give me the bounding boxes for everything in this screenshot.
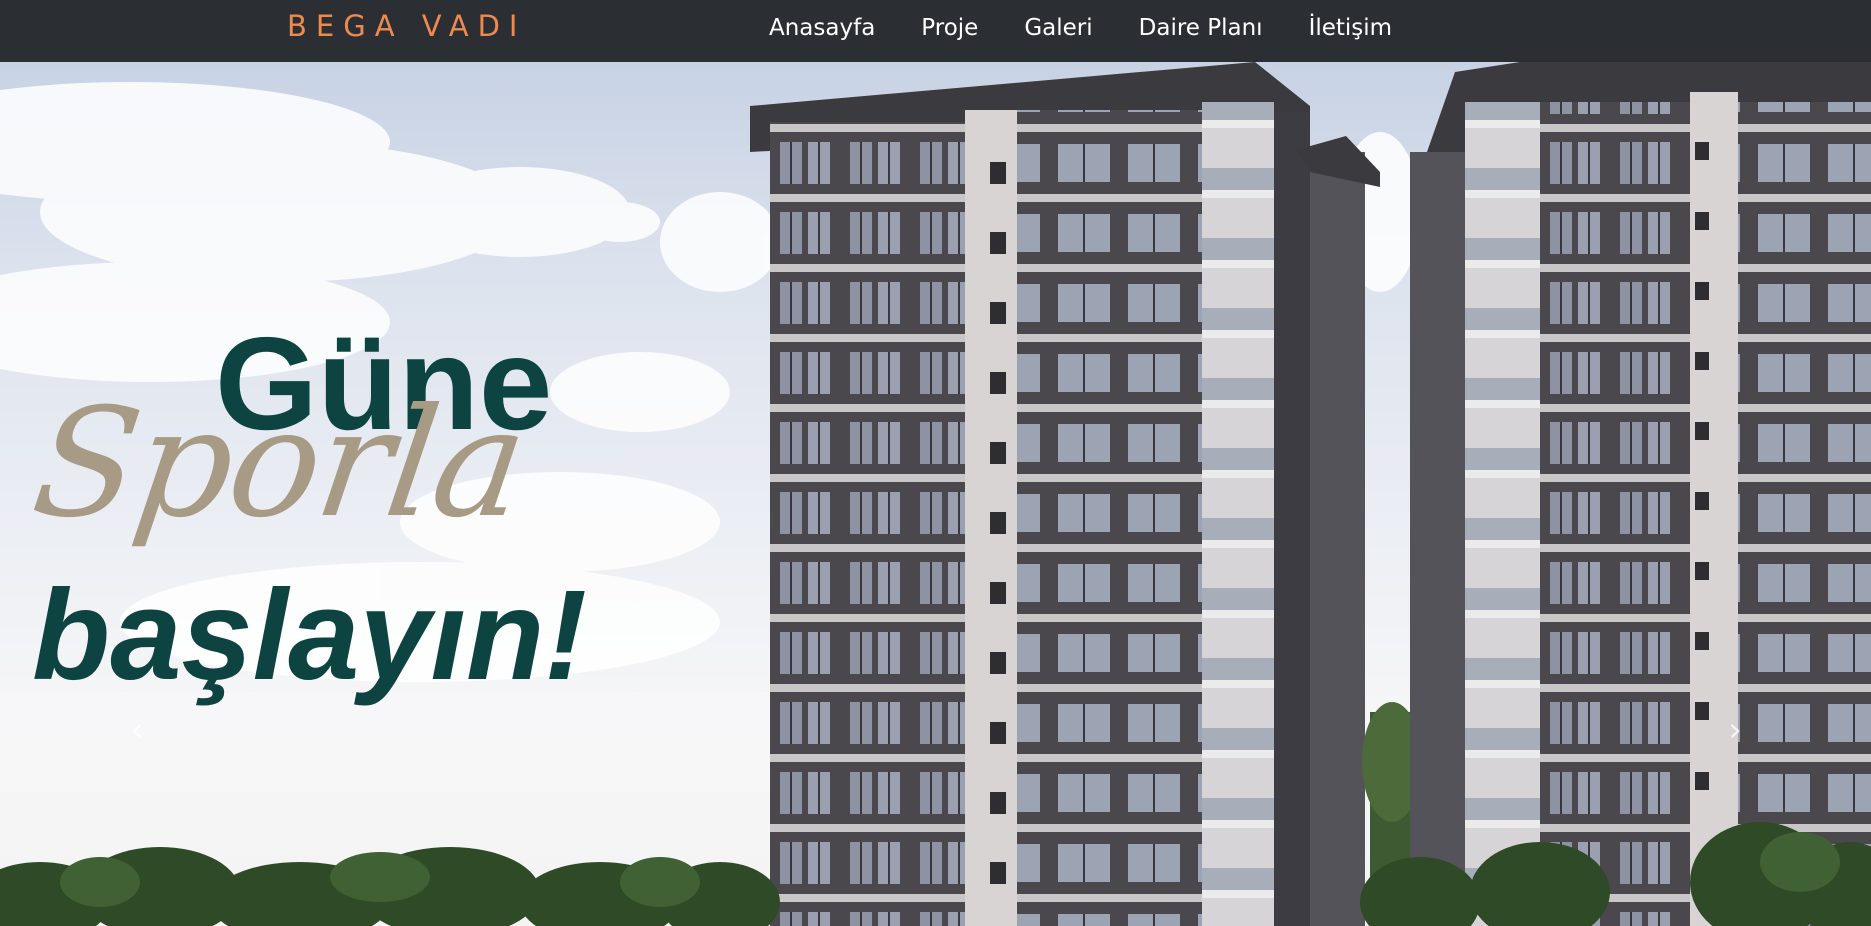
nav-link-proje[interactable]: Proje	[921, 15, 978, 41]
nav-link-galeri[interactable]: Galeri	[1024, 15, 1092, 41]
navbar: BEGA VADI Anasayfa Proje Galeri Daire Pl…	[0, 0, 1871, 62]
hero-headline-script: Sporla	[23, 377, 535, 551]
chevron-right-icon[interactable]: ›	[1720, 710, 1750, 750]
nav-link-iletisim[interactable]: İletişim	[1309, 15, 1393, 41]
brand-logo[interactable]: BEGA VADI	[287, 9, 526, 43]
nav-link-anasayfa[interactable]: Anasayfa	[769, 15, 875, 41]
hero-carousel: Güne Sporla başlayın! ‹ ›	[0, 62, 1871, 926]
hero-headline-line3: başlayın!	[32, 564, 587, 707]
chevron-left-icon[interactable]: ‹	[122, 710, 152, 750]
main-nav: Anasayfa Proje Galeri Daire Planı İletiş…	[769, 15, 1438, 41]
nav-link-daire-plani[interactable]: Daire Planı	[1139, 15, 1263, 41]
